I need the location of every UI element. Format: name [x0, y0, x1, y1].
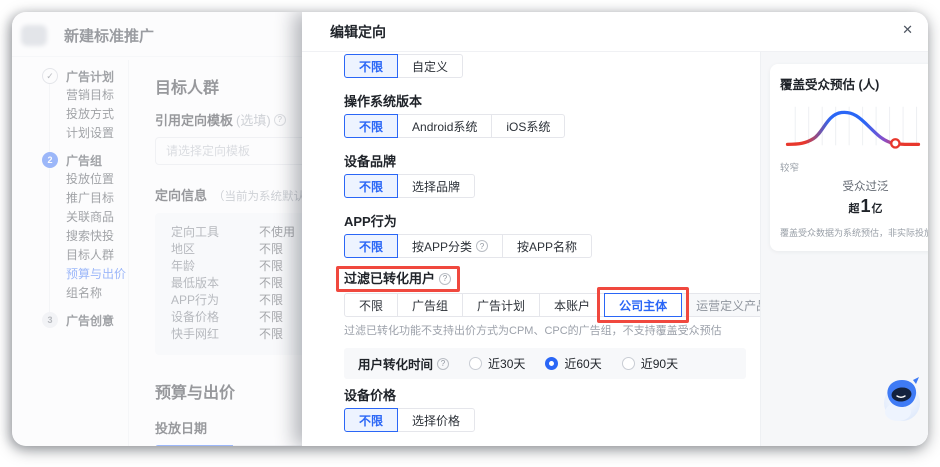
app-behavior-label: APP行为: [344, 214, 397, 229]
os-ios-button[interactable]: iOS系统: [491, 114, 566, 138]
filter-unlimited-button[interactable]: 不限: [344, 293, 399, 317]
audience-status: 受众过泛: [842, 181, 889, 193]
audience-estimate-card: 覆盖受众预估 (人) 较窄 受众过泛 超1亿 覆盖受众数据为系统预估，非实际投: [770, 64, 928, 251]
filter-account-button[interactable]: 本账户: [539, 293, 606, 317]
os-label: 操作系统版本: [344, 94, 423, 109]
os-unlimited-button[interactable]: 不限: [344, 114, 399, 138]
radio-icon: [621, 357, 635, 370]
os-android-button[interactable]: Android系统: [397, 114, 493, 138]
conversion-time-group: 用户转化时间 ? 近30天 近60天 近90天: [344, 348, 746, 379]
radio-60-days[interactable]: 近60天: [545, 355, 602, 372]
bell-curve-chart: [780, 101, 928, 158]
modal-title: 编辑定向: [330, 23, 386, 40]
close-icon[interactable]: ✕: [902, 23, 913, 36]
estimate-disclaimer: 覆盖受众数据为系统预估，非实际投放效果: [780, 228, 928, 238]
radio-30-days[interactable]: 近30天: [469, 355, 525, 372]
app-window: 新建标准推广 ✓ 广告计划 营销目标 投放方式 计划设置 2 广告组 投放位置 …: [12, 12, 928, 446]
axis-narrow-label: 较窄: [780, 163, 800, 174]
age-unlimited-button[interactable]: 不限: [344, 54, 399, 78]
filter-converted-label: 过滤已转化用户 ?: [336, 266, 461, 292]
device-price-label: 设备价格: [344, 388, 397, 403]
info-icon: ?: [476, 240, 489, 252]
targeting-form: 不限 自定义 操作系统版本 不限 Android系统 iOS系统 设备品牌 不限…: [302, 52, 760, 446]
price-select-button[interactable]: 选择价格: [397, 408, 476, 432]
os-group: 操作系统版本 不限 Android系统 iOS系统: [344, 85, 746, 138]
filter-company-entity-button[interactable]: 公司主体: [597, 287, 690, 323]
app-by-name-button[interactable]: 按APP名称: [502, 234, 593, 258]
filter-ad-plan-button[interactable]: 广告计划: [462, 293, 541, 317]
radio-selected-icon: [545, 357, 559, 370]
curve-marker-icon: [890, 138, 901, 149]
filter-converted-group: 过滤已转化用户 ? 不限 广告组 广告计划 本账户 公司主体 运营定义产 过滤已…: [336, 266, 760, 338]
audience-value: 超1亿: [848, 196, 883, 216]
brand-select-button[interactable]: 选择品牌: [397, 174, 476, 198]
edit-targeting-modal: 编辑定向 ✕ 不限 自定义 操作系统版本 不限 Android系统 iOS系统: [302, 12, 928, 446]
filter-product-name-button[interactable]: 运营定义产品名 ?: [681, 293, 760, 317]
radio-90-days[interactable]: 近90天: [621, 355, 678, 372]
app-behavior-group: APP行为 不限 按APP分类 ? 按APP名称: [344, 205, 746, 258]
customer-service-mascot-icon[interactable]: [880, 374, 926, 424]
app-by-category-button[interactable]: 按APP分类 ?: [397, 234, 504, 258]
brand-group: 设备品牌 不限 选择品牌: [344, 145, 746, 198]
estimate-title: 覆盖受众预估 (人): [780, 78, 880, 92]
info-icon[interactable]: ?: [437, 357, 450, 370]
brand-label: 设备品牌: [344, 154, 397, 169]
filter-note: 过滤已转化功能不支持出价方式为CPM、CPC的广告组，不支持覆盖受众预估: [344, 325, 722, 337]
info-icon[interactable]: ?: [439, 272, 452, 285]
chart-axis-labels: 较窄 过泛: [780, 160, 928, 174]
radio-icon: [469, 357, 483, 370]
modal-body: 不限 自定义 操作系统版本 不限 Android系统 iOS系统 设备品牌 不限…: [302, 52, 928, 446]
age-group: 不限 自定义: [344, 54, 746, 78]
age-custom-button[interactable]: 自定义: [397, 54, 464, 78]
network-group: 网络环境 不限 Wi-Fi 移动网络: [344, 439, 746, 446]
device-price-group: 设备价格 不限 选择价格: [344, 379, 746, 432]
app-unlimited-button[interactable]: 不限: [344, 234, 399, 258]
modal-header: 编辑定向 ✕: [302, 12, 928, 52]
price-unlimited-button[interactable]: 不限: [344, 408, 399, 432]
conversion-time-label: 用户转化时间 ?: [358, 354, 450, 373]
brand-unlimited-button[interactable]: 不限: [344, 174, 399, 198]
filter-ad-group-button[interactable]: 广告组: [397, 293, 464, 317]
